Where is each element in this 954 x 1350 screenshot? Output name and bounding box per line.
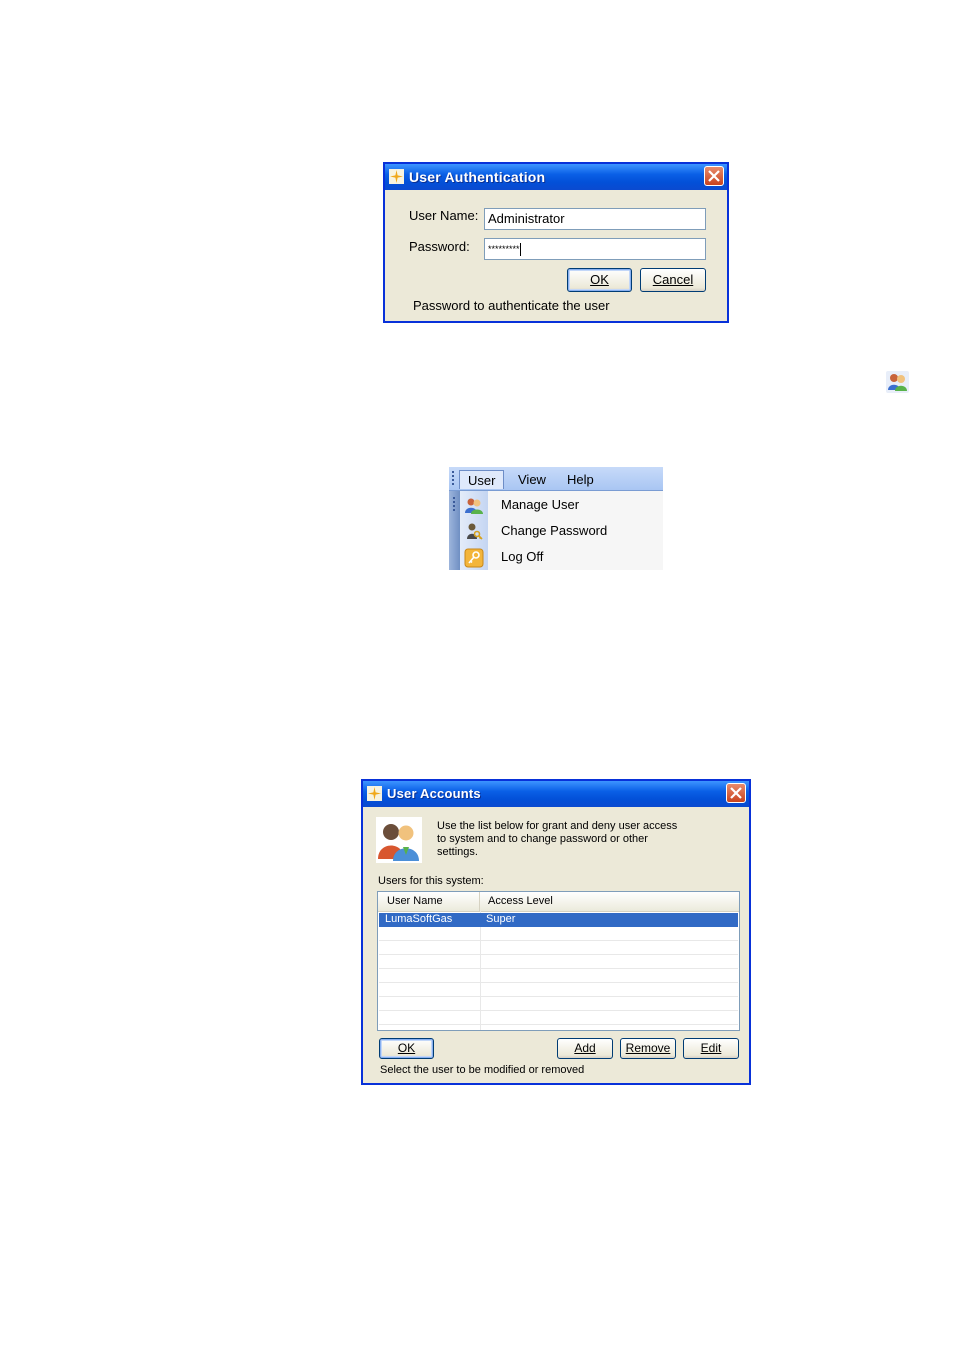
- close-button[interactable]: [726, 783, 746, 803]
- username-field[interactable]: Administrator: [484, 208, 706, 230]
- password-value: *********: [488, 243, 520, 254]
- title-bar[interactable]: User Accounts: [363, 781, 749, 807]
- menu-tab-user[interactable]: User: [459, 470, 505, 489]
- close-icon: [730, 787, 742, 799]
- remove-button[interactable]: Remove: [620, 1038, 676, 1059]
- dialog-title: User Accounts: [387, 786, 481, 801]
- menu-tab-view[interactable]: View: [518, 470, 546, 489]
- status-text: Password to authenticate the user: [413, 298, 610, 313]
- cell-user-name: LumaSoftGas: [385, 913, 453, 925]
- username-label: User Name:: [409, 208, 479, 223]
- empty-row: [379, 955, 738, 969]
- status-text: Select the user to be modified or remove…: [380, 1064, 585, 1076]
- list-header: User Name Access Level: [378, 892, 739, 912]
- users-list[interactable]: User Name Access Level LumaSoftGas Super: [377, 891, 740, 1031]
- app-icon: [389, 169, 404, 184]
- users-icon: [888, 374, 907, 391]
- menu-item-log-off[interactable]: Log Off: [460, 544, 663, 570]
- edit-button[interactable]: Edit: [683, 1038, 739, 1059]
- empty-row: [379, 983, 738, 997]
- title-bar[interactable]: User Authentication: [385, 164, 727, 190]
- empty-row: [379, 941, 738, 955]
- menu-item-label: Log Off: [501, 549, 544, 564]
- dialog-title: User Authentication: [409, 169, 546, 185]
- menu-bar: User View Help: [449, 467, 663, 491]
- menu-grip[interactable]: [452, 471, 455, 487]
- users-icon: [376, 817, 422, 863]
- users-icon: [465, 498, 483, 514]
- key-user-icon: [467, 523, 483, 540]
- cell-access-level: Super: [486, 913, 516, 925]
- password-field[interactable]: *********: [484, 238, 706, 260]
- password-label: Password:: [409, 239, 470, 254]
- menu-item-manage-user[interactable]: Manage User: [460, 492, 663, 518]
- user-authentication-dialog: User Authentication User Name: Administr…: [383, 162, 729, 323]
- menu-item-label: Change Password: [501, 523, 608, 538]
- empty-row: [379, 927, 738, 941]
- cancel-button[interactable]: Cancel: [640, 268, 706, 292]
- empty-row: [379, 1011, 738, 1025]
- empty-row: [379, 997, 738, 1011]
- app-icon: [367, 786, 382, 801]
- column-header-user-name[interactable]: User Name: [379, 892, 480, 911]
- user-accounts-dialog: User Accounts Use the list below for gra…: [361, 779, 751, 1085]
- menu-tab-help[interactable]: Help: [567, 470, 594, 489]
- menu-item-change-password[interactable]: Change Password: [460, 518, 663, 544]
- close-icon: [708, 170, 720, 182]
- toolbar-strip: [449, 491, 460, 570]
- ok-button[interactable]: OK: [567, 268, 632, 292]
- add-button[interactable]: Add: [557, 1038, 613, 1059]
- manage-users-toolbar-button[interactable]: [886, 371, 909, 393]
- menu-item-label: Manage User: [501, 497, 580, 512]
- user-menu: User View Help Manage User Change Passwo…: [449, 467, 663, 570]
- toolbar-grip[interactable]: [453, 497, 456, 513]
- key-icon: [464, 548, 484, 568]
- text-cursor: [519, 243, 521, 256]
- list-caption: Users for this system:: [378, 875, 484, 887]
- description-text: Use the list below for grant and deny us…: [437, 820, 678, 858]
- ok-button[interactable]: OK: [379, 1038, 434, 1059]
- column-header-access-level[interactable]: Access Level: [480, 892, 738, 911]
- empty-row: [379, 969, 738, 983]
- close-button[interactable]: [704, 166, 724, 186]
- table-row[interactable]: LumaSoftGas Super: [379, 913, 738, 927]
